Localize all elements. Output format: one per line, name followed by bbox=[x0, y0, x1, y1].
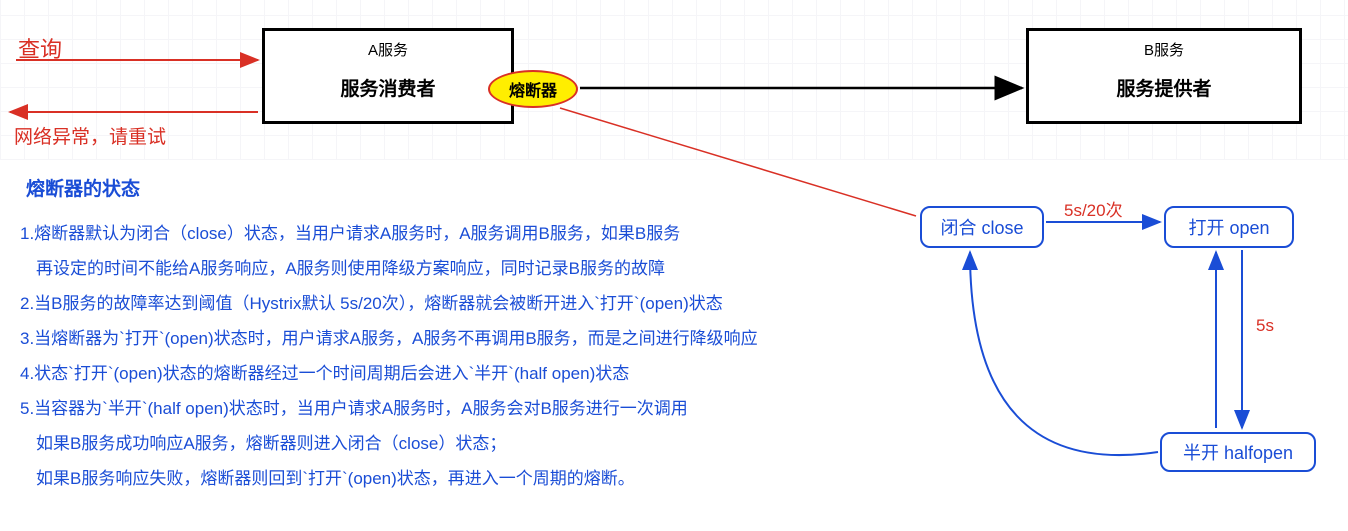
section-title: 熔断器的状态 bbox=[26, 174, 140, 201]
service-b-box: B服务 服务提供者 bbox=[1026, 28, 1302, 124]
state-halfopen-box: 半开 halfopen bbox=[1160, 432, 1316, 472]
service-a-title: A服务 bbox=[265, 31, 511, 60]
state-close-label: 闭合 close bbox=[940, 214, 1023, 240]
desc-line-5b: 如果B服务成功响应A服务，熔断器则进入闭合（close）状态； bbox=[20, 426, 920, 461]
desc-line-5: 5.当容器为`半开`(half open)状态时，当用户请求A服务时，A服务会对… bbox=[20, 391, 920, 426]
desc-line-1: 1.熔断器默认为闭合（close）状态，当用户请求A服务时，A服务调用B服务，如… bbox=[20, 216, 920, 251]
breaker-ellipse: 熔断器 bbox=[488, 70, 578, 108]
desc-line-4: 4.状态`打开`(open)状态的熔断器经过一个时间周期后会进入`半开`(hal… bbox=[20, 356, 920, 391]
service-b-title: B服务 bbox=[1029, 31, 1299, 60]
desc-line-3: 3.当熔断器为`打开`(open)状态时，用户请求A服务，A服务不再调用B服务，… bbox=[20, 321, 920, 356]
edge-label-5s20: 5s/20次 bbox=[1064, 196, 1123, 221]
state-open-box: 打开 open bbox=[1164, 206, 1294, 248]
error-label: 网络异常，请重试 bbox=[14, 122, 166, 149]
state-halfopen-label: 半开 halfopen bbox=[1183, 439, 1293, 465]
service-a-subtitle: 服务消费者 bbox=[265, 60, 511, 101]
desc-line-1b: 再设定的时间不能给A服务响应，A服务则使用降级方案响应，同时记录B服务的故障 bbox=[20, 251, 920, 286]
service-b-subtitle: 服务提供者 bbox=[1029, 60, 1299, 101]
state-open-label: 打开 open bbox=[1188, 214, 1269, 240]
desc-line-5c: 如果B服务响应失败，熔断器则回到`打开`(open)状态，再进入一个周期的熔断。 bbox=[20, 461, 920, 496]
edge-label-5s: 5s bbox=[1256, 316, 1274, 336]
query-label: 查询 bbox=[18, 32, 62, 64]
description-text: 1.熔断器默认为闭合（close）状态，当用户请求A服务时，A服务调用B服务，如… bbox=[20, 216, 920, 496]
state-close-box: 闭合 close bbox=[920, 206, 1044, 248]
breaker-label: 熔断器 bbox=[509, 77, 557, 101]
desc-line-2: 2.当B服务的故障率达到阈值（Hystrix默认 5s/20次），熔断器就会被断… bbox=[20, 286, 920, 321]
half-to-close-arrow bbox=[970, 252, 1158, 455]
service-a-box: A服务 服务消费者 bbox=[262, 28, 514, 124]
